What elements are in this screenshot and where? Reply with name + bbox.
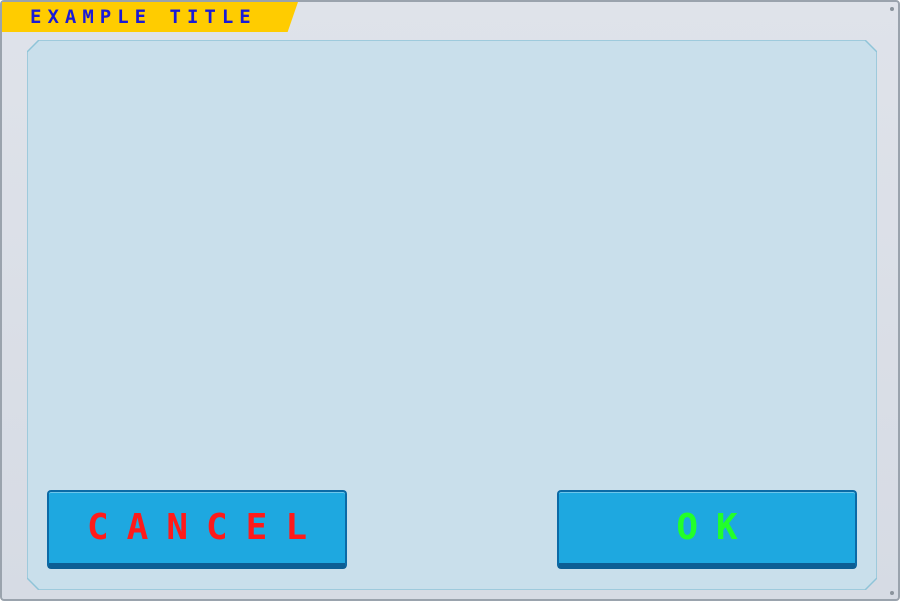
- ok-button[interactable]: OK: [557, 490, 857, 569]
- cancel-button-label: CANCEL: [86, 506, 326, 548]
- corner-rivet-icon: [890, 7, 894, 11]
- dialog-title: EXAMPLE TITLE: [30, 6, 257, 28]
- corner-rivet-icon: [890, 591, 894, 595]
- ok-button-label: OK: [676, 506, 756, 548]
- dialog-window: EXAMPLE TITLE CANCEL OK: [0, 0, 900, 601]
- cancel-button[interactable]: CANCEL: [47, 490, 347, 569]
